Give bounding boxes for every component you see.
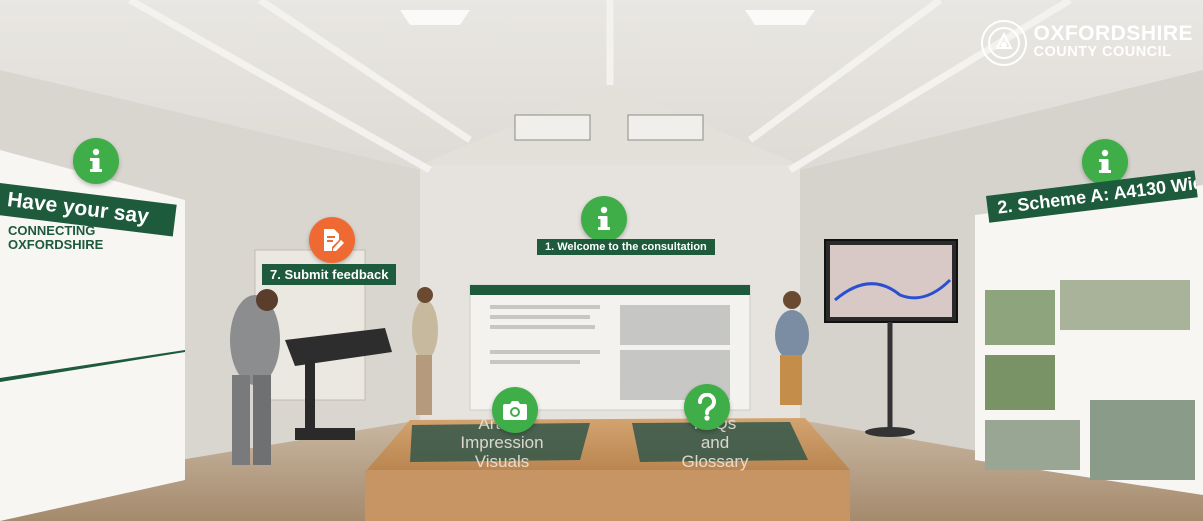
oxfordshire-county-council-logo: OXFORDSHIRE COUNTY COUNCIL <box>981 20 1193 66</box>
hotspot-label-submit-feedback[interactable]: 7. Submit feedback <box>262 264 397 285</box>
feedback-form-icon <box>324 229 344 251</box>
info-hotspot-have-your-say[interactable] <box>73 138 119 184</box>
table-text-line: Glossary <box>681 452 749 471</box>
council-crest-icon <box>981 20 1028 66</box>
info-icon <box>1099 149 1111 173</box>
feedback-hotspot[interactable] <box>309 217 355 263</box>
info-icon <box>598 206 610 230</box>
question-icon <box>698 393 716 421</box>
table-text-line: and <box>700 433 730 452</box>
info-icon <box>90 148 102 172</box>
table-text-line: Visuals <box>474 452 530 471</box>
brand-line-1: OXFORDSHIRE <box>1033 22 1193 45</box>
panel-branding: CONNECTING OXFORDSHIRE <box>8 224 103 252</box>
faq-hotspot[interactable] <box>684 384 730 430</box>
panel-branding-line-2: OXFORDSHIRE <box>8 237 104 252</box>
exhibition-room-scene <box>0 0 1203 521</box>
brand-line-2: COUNTY COUNCIL <box>1033 44 1172 60</box>
camera-icon <box>503 401 527 420</box>
table-text-line: Impression <box>460 433 544 452</box>
info-hotspot-scheme-a[interactable] <box>1082 139 1128 185</box>
hotspot-label-welcome[interactable]: 1. Welcome to the consultation <box>537 239 715 255</box>
info-hotspot-welcome[interactable] <box>581 196 627 242</box>
gallery-hotspot[interactable] <box>492 387 538 433</box>
